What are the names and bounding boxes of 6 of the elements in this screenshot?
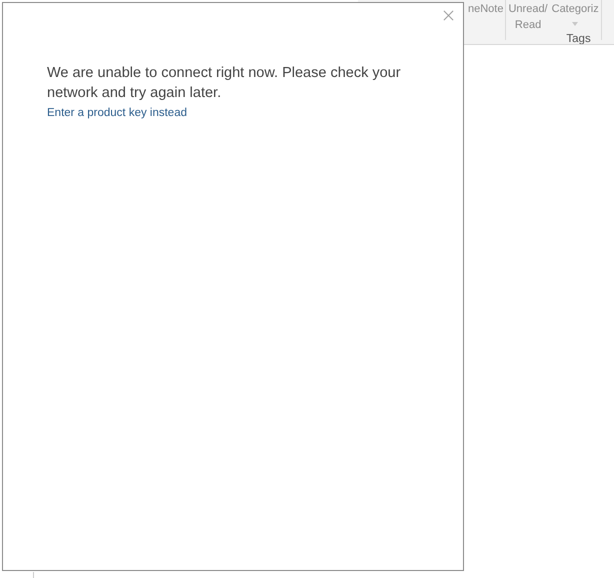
ribbon-button[interactable]: Unread/ Read	[508, 1, 548, 33]
ribbon-button[interactable]: neNote	[468, 1, 504, 17]
error-message: We are unable to connect right now. Please check your network and try again later.	[47, 64, 402, 103]
product-key-link[interactable]: Enter a product key instead	[47, 107, 187, 119]
ribbon-button[interactable]: Categoriz	[552, 1, 599, 33]
close-icon[interactable]	[443, 10, 454, 21]
